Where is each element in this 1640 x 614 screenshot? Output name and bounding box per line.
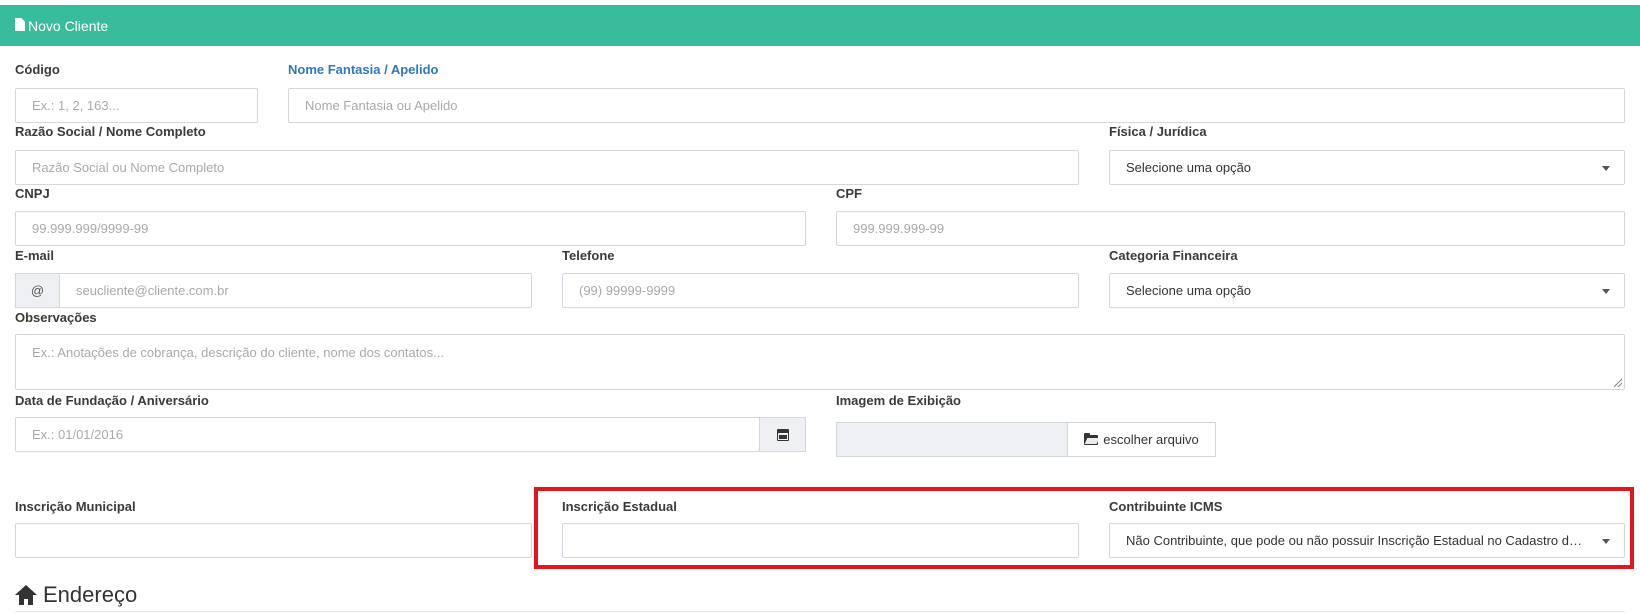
- categoria-label: Categoria Financeira: [1109, 248, 1238, 263]
- codigo-input[interactable]: Ex.: 1, 2, 163...: [15, 88, 258, 123]
- telefone-label: Telefone: [562, 248, 615, 263]
- data-fundacao-label: Data de Fundação / Aniversário: [15, 393, 209, 408]
- inscricao-municipal-input[interactable]: [15, 523, 532, 558]
- choose-file-button[interactable]: escolher arquivo: [1067, 422, 1216, 457]
- section-title-endereco: Endereço: [15, 582, 137, 608]
- file-icon: [15, 18, 25, 31]
- fisica-juridica-label: Física / Jurídica: [1109, 124, 1207, 139]
- chevron-down-icon: [1602, 166, 1610, 171]
- calendar-icon: [776, 428, 789, 441]
- telefone-input[interactable]: (99) 99999-9999: [562, 273, 1079, 308]
- razao-social-input[interactable]: Razão Social ou Nome Completo: [15, 150, 1079, 185]
- email-label: E-mail: [15, 248, 55, 263]
- observacoes-textarea[interactable]: Ex.: Anotações de cobrança, descrição do…: [15, 334, 1625, 390]
- fisica-juridica-select[interactable]: Selecione uma opção: [1109, 150, 1625, 185]
- categoria-select[interactable]: Selecione uma opção: [1109, 273, 1625, 308]
- observacoes-label: Observações: [15, 310, 97, 325]
- cpf-input[interactable]: 999.999.999-99: [836, 211, 1625, 246]
- razao-social-label: Razão Social / Nome Completo: [15, 124, 206, 139]
- nome-fantasia-input[interactable]: Nome Fantasia ou Apelido: [288, 88, 1625, 123]
- calendar-button[interactable]: [759, 417, 806, 452]
- email-at-addon: @: [15, 273, 60, 308]
- email-input[interactable]: seucliente@cliente.com.br: [59, 273, 532, 308]
- highlight-box: [534, 487, 1634, 569]
- nome-fantasia-label: Nome Fantasia / Apelido: [288, 62, 439, 77]
- section-divider: [15, 611, 1625, 612]
- inscricao-municipal-label: Inscrição Municipal: [15, 499, 136, 514]
- resize-handle[interactable]: [1614, 379, 1622, 387]
- cnpj-input[interactable]: 99.999.999/9999-99: [15, 211, 806, 246]
- data-fundacao-input[interactable]: Ex.: 01/01/2016: [15, 417, 760, 452]
- folder-open-icon: [1084, 432, 1099, 445]
- form-title: Novo Cliente: [28, 17, 109, 34]
- imagem-file-display: [836, 422, 1068, 457]
- cpf-label: CPF: [836, 186, 862, 201]
- form-header: Novo Cliente: [0, 5, 1640, 46]
- imagem-label: Imagem de Exibição: [836, 393, 961, 408]
- cnpj-label: CNPJ: [15, 186, 50, 201]
- chevron-down-icon: [1602, 289, 1610, 294]
- codigo-label: Código: [15, 62, 60, 77]
- home-icon: [15, 585, 37, 605]
